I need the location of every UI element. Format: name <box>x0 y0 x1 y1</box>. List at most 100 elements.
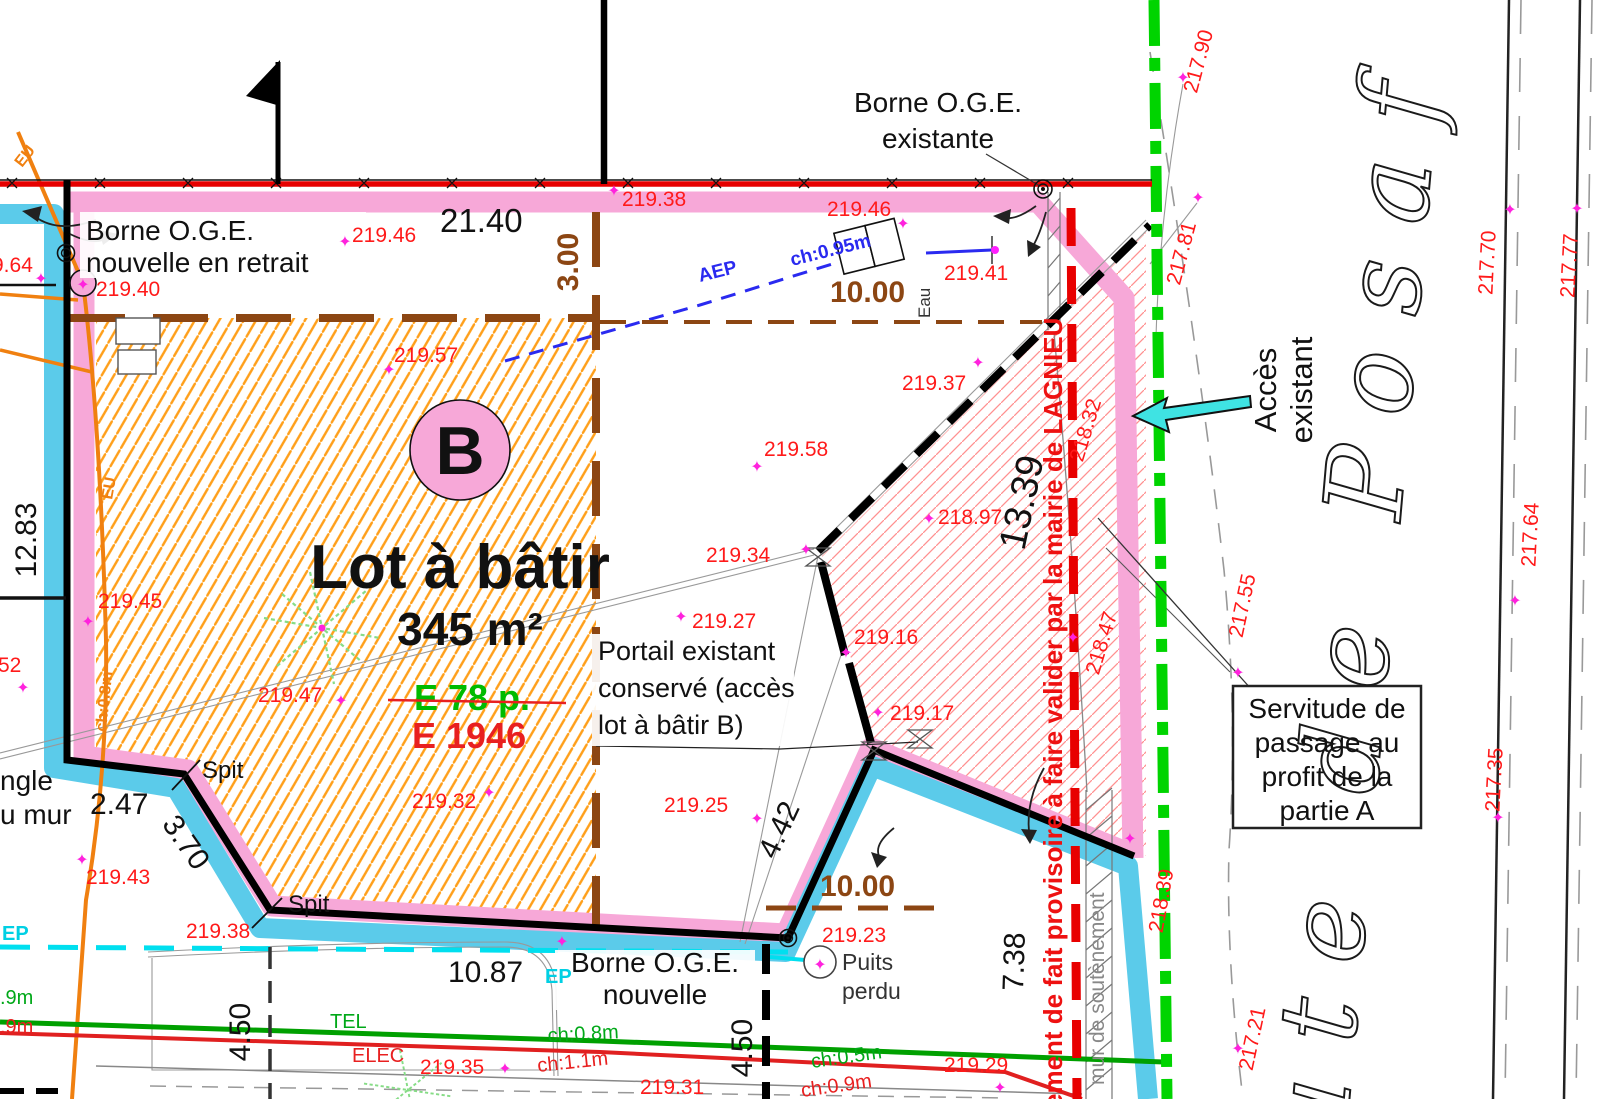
survey-point-icon: ✦ <box>896 214 909 233</box>
borne-nouvelle-line2: nouvelle <box>603 979 707 1010</box>
borne-existante-line1: Borne O.G.E. <box>854 87 1022 118</box>
survey-point-icon: ✦ <box>1508 591 1521 610</box>
elevation-label: 219.16 <box>854 626 918 649</box>
measure-dash-a: 4.50 <box>224 1003 257 1061</box>
portail-line1: Portail existant <box>598 636 776 666</box>
lot-title: Lot à bâtir <box>310 533 610 602</box>
survey-point-icon: ✦ <box>1176 68 1189 87</box>
elevation-label: 217.70 <box>1474 230 1500 295</box>
elevation-label: 219.37 <box>902 372 966 395</box>
elevation-label: 217.77 <box>1556 233 1582 298</box>
measure-right: 7.38 <box>997 932 1032 992</box>
survey-point-icon: ✦ <box>799 540 812 559</box>
survey-point-icon: ✦ <box>871 703 884 722</box>
survey-point-icon: ✦ <box>555 932 568 951</box>
mur-soutenement-label: mur de soutènement <box>1086 892 1109 1085</box>
borne-existante-line2: existante <box>882 123 994 154</box>
elevation-label: 219.38 <box>622 188 686 211</box>
lot-area: 345 m² <box>397 603 543 655</box>
survey-point-icon: ✦ <box>750 457 763 476</box>
parcel-ref-red: E 1946 <box>412 715 526 756</box>
elevation-label: 217.35 <box>1481 747 1507 812</box>
acces-line2: existant <box>1284 336 1319 443</box>
measure-bottom: 10.87 <box>448 956 523 989</box>
puits-line2: perdu <box>842 978 901 1004</box>
survey-point-icon: ✦ <box>1503 200 1516 219</box>
elevation-label: 219.32 <box>412 790 476 813</box>
survey-point-icon: ✦ <box>1570 199 1583 218</box>
borne-nouvelle-line1: Borne O.G.E. <box>571 947 739 978</box>
wall-text-frag1: ngle <box>0 765 53 796</box>
measure-offset-v: 3.00 <box>552 233 585 291</box>
measure-left: 12.83 <box>10 502 43 577</box>
elevation-label: 219.47 <box>258 684 322 707</box>
survey-point-icon: ✦ <box>1231 1039 1244 1058</box>
elevation-label: 9.64 <box>0 254 33 277</box>
cadastral-plan: ute de Posaf B Lot à bâtir 345 m² E 78 p… <box>0 0 1600 1099</box>
eau-label: Eau <box>915 288 934 318</box>
survey-point-icon: ✦ <box>75 850 88 869</box>
elevation-label: 219.23 <box>822 924 886 947</box>
depth-frag-red: .9m <box>0 1016 33 1038</box>
survey-point-icon: ✦ <box>750 809 763 828</box>
elevation-label: 219.29 <box>944 1054 1008 1077</box>
survey-point-icon: ✦ <box>1191 188 1204 207</box>
survey-point-icon: ✦ <box>1231 663 1244 682</box>
portail-line3: lot à bâtir B) <box>598 710 744 740</box>
elevation-label: 219.46 <box>352 224 416 247</box>
spit-label-1: Spit <box>202 757 244 784</box>
acces-line1: Accès <box>1248 348 1283 432</box>
survey-point-icon: ✦ <box>76 275 89 294</box>
survey-point-icon: ✦ <box>607 181 620 200</box>
tel-label: TEL <box>330 1011 367 1033</box>
survey-point-icon: ✦ <box>1066 628 1079 647</box>
survey-point-icon: ✦ <box>334 691 347 710</box>
elevation-label: 217.64 <box>1517 502 1543 568</box>
wall-text-frag2: u mur <box>0 799 72 830</box>
elevation-label: 219.27 <box>692 610 756 633</box>
elevation-label: 219.35 <box>420 1056 484 1079</box>
elec-label: ELEC <box>352 1045 404 1067</box>
survey-point-icon: ✦ <box>482 783 495 802</box>
survey-point-icon: ✦ <box>34 269 47 288</box>
elevation-label: 218.97 <box>938 506 1002 529</box>
spit-label-2: Spit <box>288 891 330 918</box>
tel-depth-label: ch:0.8m <box>547 1021 619 1047</box>
structure-outline-b <box>118 350 156 374</box>
elevation-label: 219.25 <box>664 794 728 817</box>
elevation-label: 52 <box>0 654 21 677</box>
survey-point-icon: ✦ <box>971 353 984 372</box>
puits-line1: Puits <box>842 949 893 975</box>
elevation-label: 219.40 <box>96 278 160 301</box>
elevation-label: 219.57 <box>394 344 458 367</box>
aep-end-point <box>991 246 999 254</box>
servitude-line4: partie A <box>1280 795 1375 826</box>
measure-dash-b: 4.50 <box>726 1019 759 1077</box>
elevation-label: 219.46 <box>827 198 891 221</box>
survey-point-icon: ✦ <box>16 678 29 697</box>
elevation-label: 219.38 <box>186 920 250 943</box>
servitude-line1: Servitude de <box>1248 693 1405 724</box>
survey-point-icon: ✦ <box>922 509 935 528</box>
survey-point-icon: ✦ <box>338 232 351 251</box>
survey-point-icon: ✦ <box>993 1078 1006 1097</box>
elevation-label: 219.58 <box>764 438 828 461</box>
survey-point-icon: ✦ <box>498 1059 511 1078</box>
ep-label-left: EP <box>2 923 29 945</box>
measure-offset-bottom: 10.00 <box>820 870 895 903</box>
structure-outline-a <box>116 318 160 344</box>
servitude-line3: profit de la <box>1262 761 1393 792</box>
elevation-label: 219.41 <box>944 262 1008 285</box>
depth-frag-green: .9m <box>0 987 33 1009</box>
measure-offset-top: 10.00 <box>830 276 905 309</box>
survey-point-icon: ✦ <box>382 360 395 379</box>
survey-point-icon: ✦ <box>1123 829 1136 848</box>
alignement-note: ement de fait provisoire à faire valider… <box>1038 318 1068 1099</box>
elevation-label: 219.43 <box>86 866 150 889</box>
survey-point-icon: ✦ <box>839 643 852 662</box>
elevation-label: 219.45 <box>98 590 162 613</box>
borne-retrait-line2: nouvelle en retrait <box>86 247 309 278</box>
borne-retrait-line1: Borne O.G.E. <box>86 215 254 246</box>
elevation-label: 219.17 <box>890 702 954 725</box>
elevation-label: 219.31 <box>640 1076 704 1099</box>
